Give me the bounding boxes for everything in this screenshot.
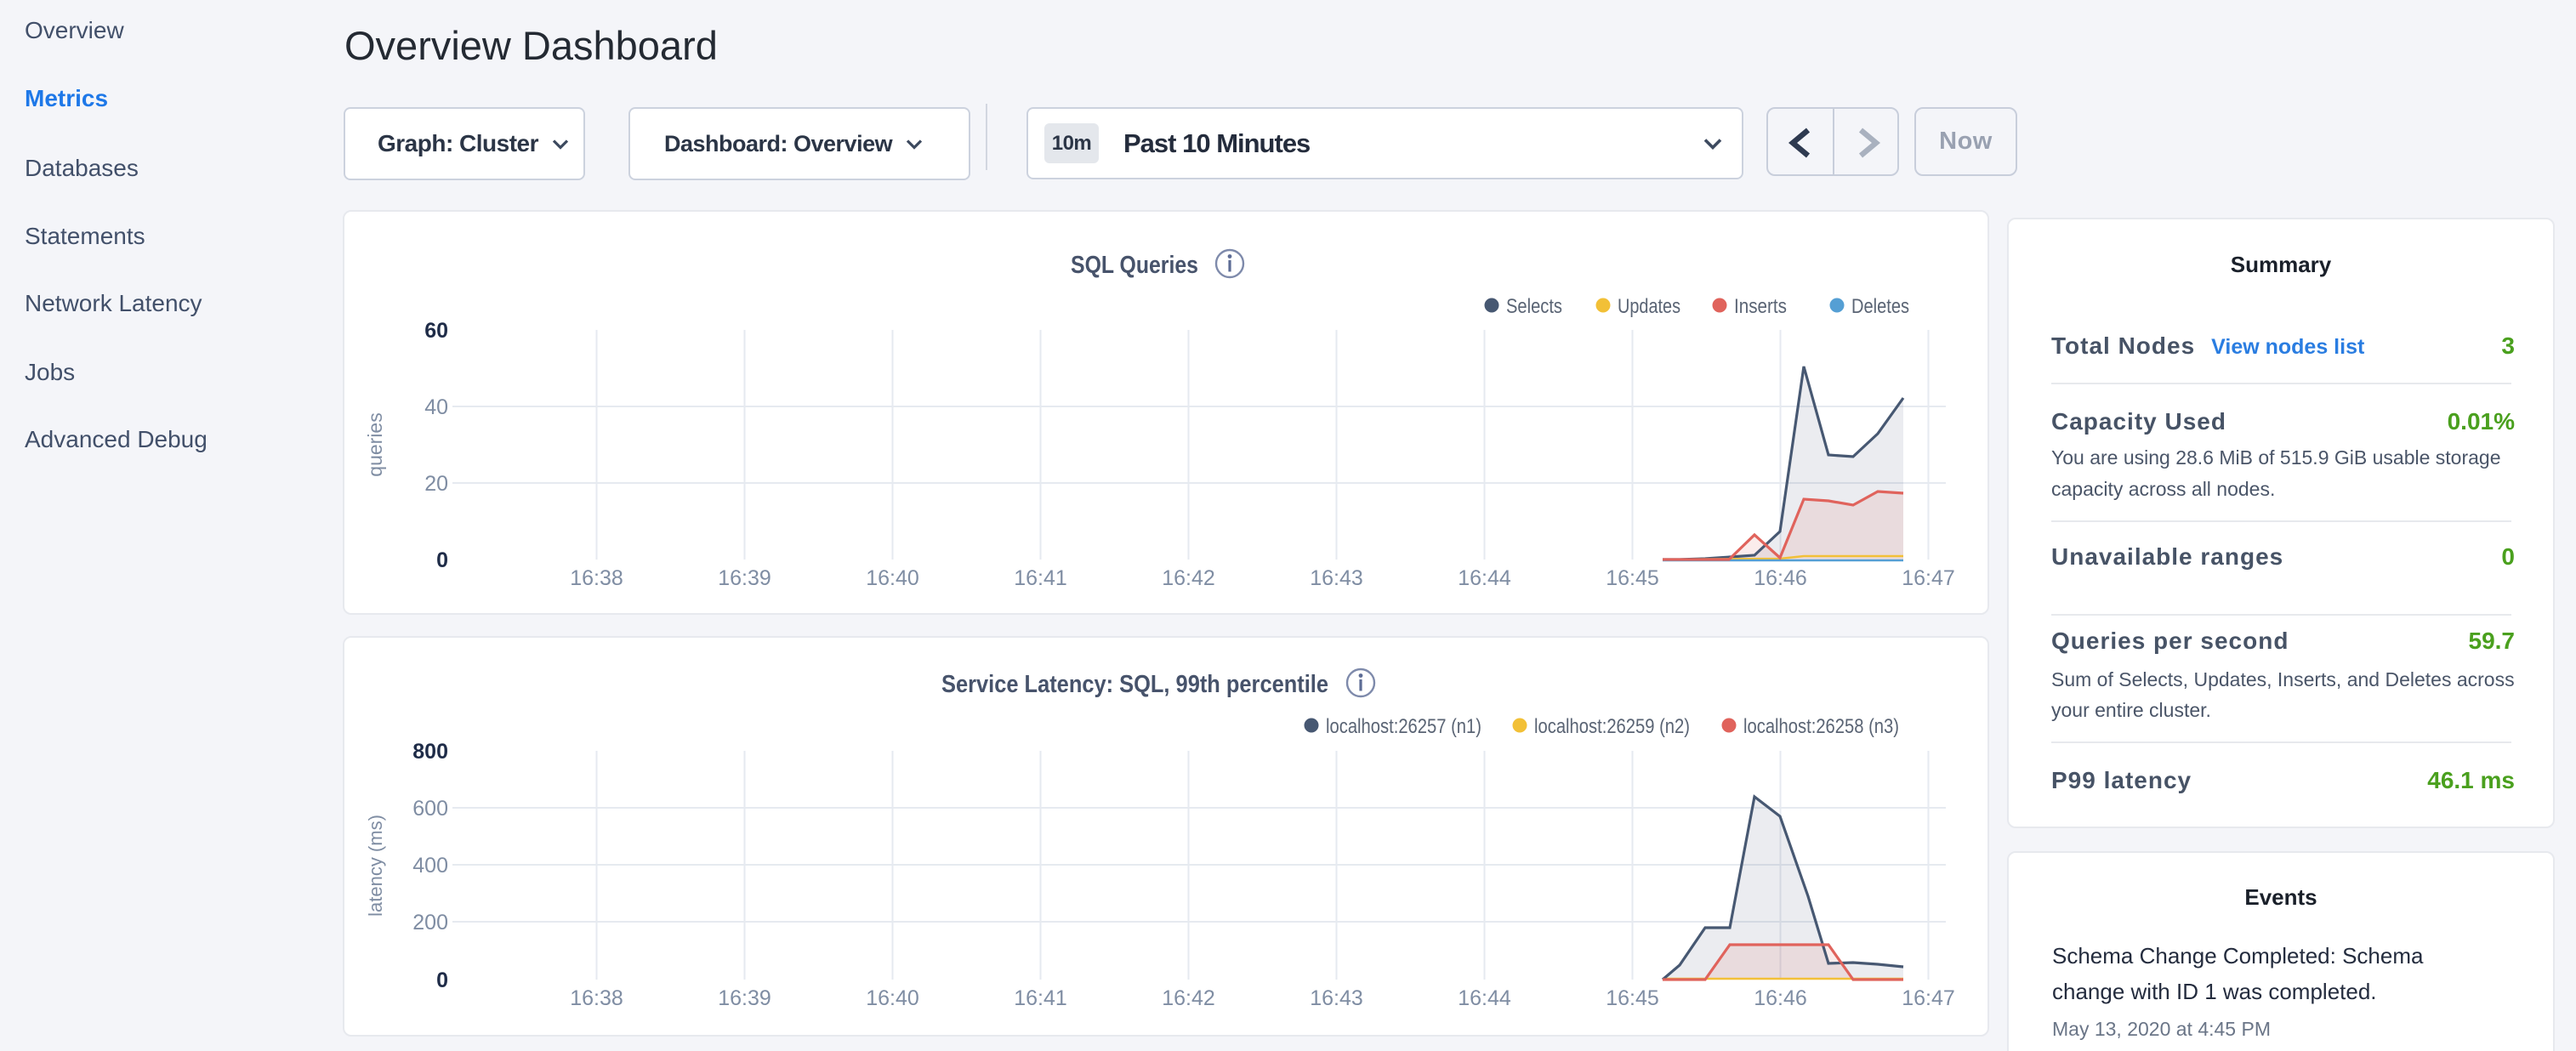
svg-text:Selects: Selects	[1506, 295, 1562, 318]
svg-text:16:42: 16:42	[1162, 566, 1215, 590]
svg-text:16:38: 16:38	[570, 986, 623, 1010]
svg-text:queries: queries	[364, 412, 386, 476]
svg-text:400: 400	[412, 854, 448, 878]
svg-text:16:41: 16:41	[1014, 566, 1067, 590]
svg-text:40: 40	[424, 395, 448, 419]
svg-text:800: 800	[412, 740, 448, 764]
svg-text:SQL Queries: SQL Queries	[1071, 252, 1198, 279]
svg-text:Updates: Updates	[1618, 295, 1680, 318]
svg-text:16:47: 16:47	[1902, 566, 1955, 590]
svg-text:16:45: 16:45	[1606, 986, 1659, 1010]
svg-text:16:46: 16:46	[1754, 986, 1807, 1010]
svg-text:20: 20	[424, 472, 448, 496]
svg-text:16:44: 16:44	[1458, 566, 1511, 590]
svg-text:localhost:26258 (n3): localhost:26258 (n3)	[1743, 715, 1899, 738]
svg-text:16:43: 16:43	[1310, 566, 1363, 590]
svg-text:0: 0	[436, 969, 448, 992]
svg-text:16:42: 16:42	[1162, 986, 1215, 1010]
svg-text:Deletes: Deletes	[1851, 295, 1909, 318]
svg-text:16:47: 16:47	[1902, 986, 1955, 1010]
svg-text:16:46: 16:46	[1754, 566, 1807, 590]
svg-text:16:44: 16:44	[1458, 986, 1511, 1010]
svg-text:16:38: 16:38	[570, 566, 623, 590]
svg-text:16:39: 16:39	[718, 986, 771, 1010]
svg-text:16:43: 16:43	[1310, 986, 1363, 1010]
svg-text:latency (ms): latency (ms)	[365, 815, 386, 917]
svg-text:60: 60	[424, 319, 448, 343]
svg-text:16:41: 16:41	[1014, 986, 1067, 1010]
svg-text:Service Latency: SQL, 99th per: Service Latency: SQL, 99th percentile	[941, 671, 1328, 698]
svg-text:16:45: 16:45	[1606, 566, 1659, 590]
svg-text:Inserts: Inserts	[1734, 295, 1787, 318]
svg-text:600: 600	[412, 797, 448, 821]
svg-text:0: 0	[436, 548, 448, 572]
svg-text:16:39: 16:39	[718, 566, 771, 590]
svg-text:16:40: 16:40	[866, 986, 919, 1010]
svg-text:localhost:26259 (n2): localhost:26259 (n2)	[1534, 715, 1690, 738]
svg-text:localhost:26257 (n1): localhost:26257 (n1)	[1326, 715, 1481, 738]
svg-text:200: 200	[412, 911, 448, 935]
svg-text:16:40: 16:40	[866, 566, 919, 590]
